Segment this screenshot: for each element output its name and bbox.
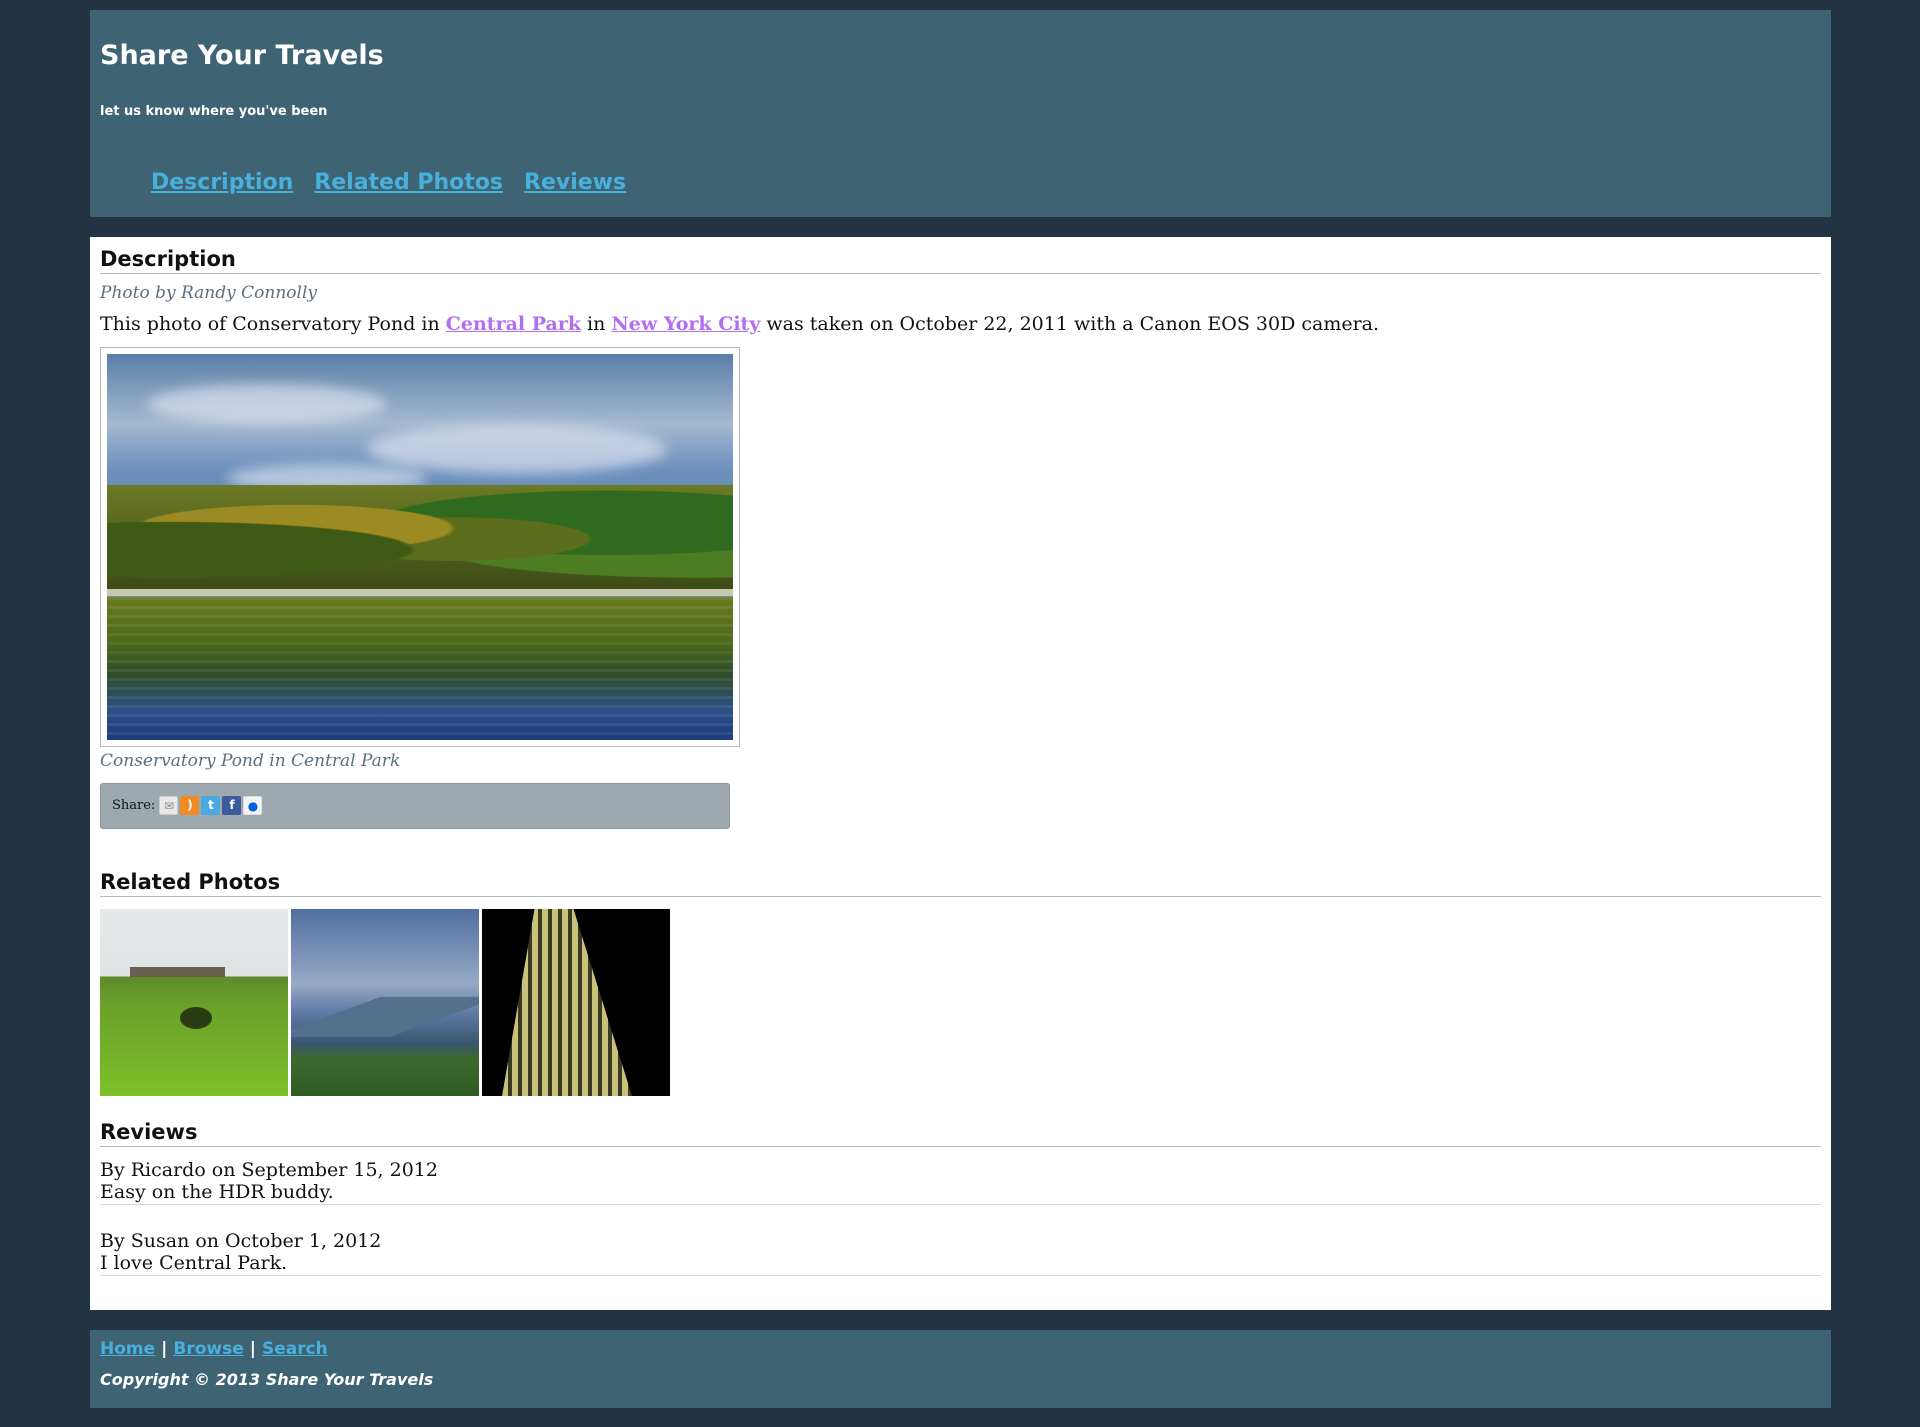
facebook-icon[interactable]: f	[222, 796, 242, 815]
footer-link-search[interactable]: Search	[262, 1339, 328, 1359]
photo-description: This photo of Conservatory Pond in Centr…	[100, 313, 1379, 335]
rss-icon[interactable]: )	[180, 796, 200, 815]
site-tagline: let us know where you've been	[100, 104, 328, 119]
site-footer: Home | Browse | Search Copyright © 2013 Shar…	[90, 1330, 1831, 1408]
related-photos-heading: Related Photos	[100, 870, 1821, 897]
footer-link-browse[interactable]: Browse	[173, 1339, 243, 1359]
main-photo	[107, 354, 733, 740]
related-photo-thumbnail[interactable]	[482, 909, 670, 1096]
twitter-icon[interactable]: t	[201, 796, 221, 815]
nav-link-reviews[interactable]: Reviews	[524, 170, 626, 195]
description-text: This photo of Conservatory Pond in	[100, 313, 446, 335]
photo-byline: Photo by Randy Connolly	[100, 283, 317, 303]
new-york-city-link[interactable]: New York City	[611, 313, 760, 335]
nav-link-description[interactable]: Description	[151, 170, 293, 195]
review-text: Easy on the HDR buddy.	[100, 1181, 334, 1203]
nav-link-related-photos[interactable]: Related Photos	[314, 170, 503, 195]
section-nav: Description Related Photos Reviews	[151, 170, 640, 195]
review-item: By Ricardo on September 15, 2012 Easy on…	[100, 1159, 1821, 1205]
review-meta: By Susan on October 1, 2012	[100, 1230, 382, 1252]
reviews-heading: Reviews	[100, 1120, 1821, 1147]
flickr-icon[interactable]: ●	[243, 796, 263, 815]
related-photos-list	[100, 909, 673, 1096]
related-photo-thumbnail[interactable]	[291, 909, 479, 1096]
photo-caption: Conservatory Pond in Central Park	[100, 751, 401, 771]
review-item: By Susan on October 1, 2012 I love Centr…	[100, 1230, 1821, 1276]
copyright-text: Copyright © 2013 Share Your Travels	[100, 1370, 434, 1389]
review-text: I love Central Park.	[100, 1252, 288, 1274]
site-header: Share Your Travels let us know where you…	[90, 10, 1831, 217]
email-icon[interactable]: ✉	[159, 796, 179, 815]
footer-separator: |	[249, 1339, 256, 1359]
related-photo-thumbnail[interactable]	[100, 909, 288, 1096]
main-content: Description Photo by Randy Connolly This…	[90, 237, 1831, 1310]
description-text: in	[581, 313, 612, 335]
description-text: was taken on October 22, 2011 with a Can…	[760, 313, 1380, 335]
footer-separator: |	[161, 1339, 168, 1359]
central-park-link[interactable]: Central Park	[446, 313, 581, 335]
footer-links: Home | Browse | Search	[100, 1339, 328, 1359]
description-heading: Description	[100, 247, 1821, 274]
site-title: Share Your Travels	[100, 40, 384, 71]
main-photo-frame	[100, 347, 740, 747]
review-meta: By Ricardo on September 15, 2012	[100, 1159, 438, 1181]
footer-link-home[interactable]: Home	[100, 1339, 155, 1359]
share-label: Share:	[112, 798, 156, 813]
share-bar: Share: ✉) t f ●	[100, 783, 730, 829]
